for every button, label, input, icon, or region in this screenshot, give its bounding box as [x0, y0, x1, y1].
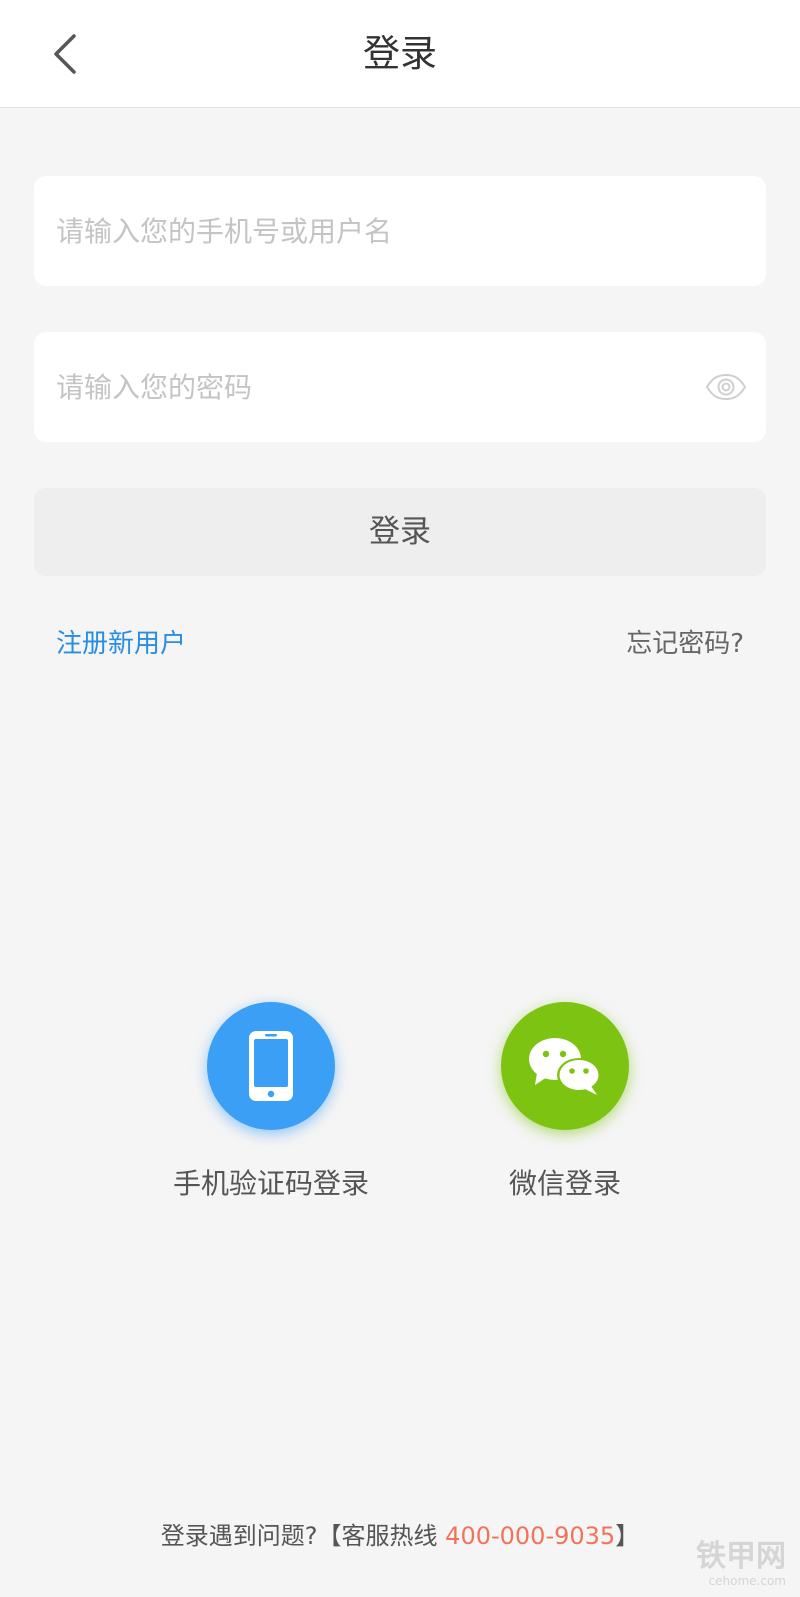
wechat-icon	[529, 1038, 601, 1095]
nav-header: 登录	[0, 0, 800, 108]
help-suffix: 】	[615, 1522, 640, 1550]
wechat-login-label: 微信登录	[508, 1167, 621, 1200]
login-button[interactable]: 登录	[34, 488, 766, 576]
forgot-password-link[interactable]: 忘记密码?	[626, 624, 744, 664]
sms-login-label: 手机验证码登录	[172, 1167, 369, 1200]
footer-help-text: 登录遇到问题?【客服热线 400-000-9035】	[0, 1518, 800, 1554]
wechat-login-button[interactable]	[501, 1002, 629, 1130]
password-input[interactable]	[56, 332, 656, 442]
sms-login-button[interactable]	[207, 1002, 335, 1130]
eye-icon	[705, 373, 747, 401]
username-field[interactable]	[34, 176, 766, 286]
register-link[interactable]: 注册新用户	[56, 624, 186, 664]
password-field[interactable]	[34, 332, 766, 442]
password-visibility-toggle[interactable]	[704, 366, 748, 408]
sms-login-option[interactable]: 手机验证码登录	[141, 1002, 401, 1204]
phone-icon	[249, 1031, 293, 1101]
help-prefix: 登录遇到问题?【客服热线	[160, 1522, 446, 1550]
watermark-sub: cehome.com	[708, 1574, 786, 1588]
hotline-link[interactable]: 400-000-9035	[445, 1522, 615, 1550]
username-input[interactable]	[56, 176, 656, 286]
wechat-login-option[interactable]: 微信登录	[435, 1002, 695, 1204]
page-title: 登录	[363, 32, 437, 75]
